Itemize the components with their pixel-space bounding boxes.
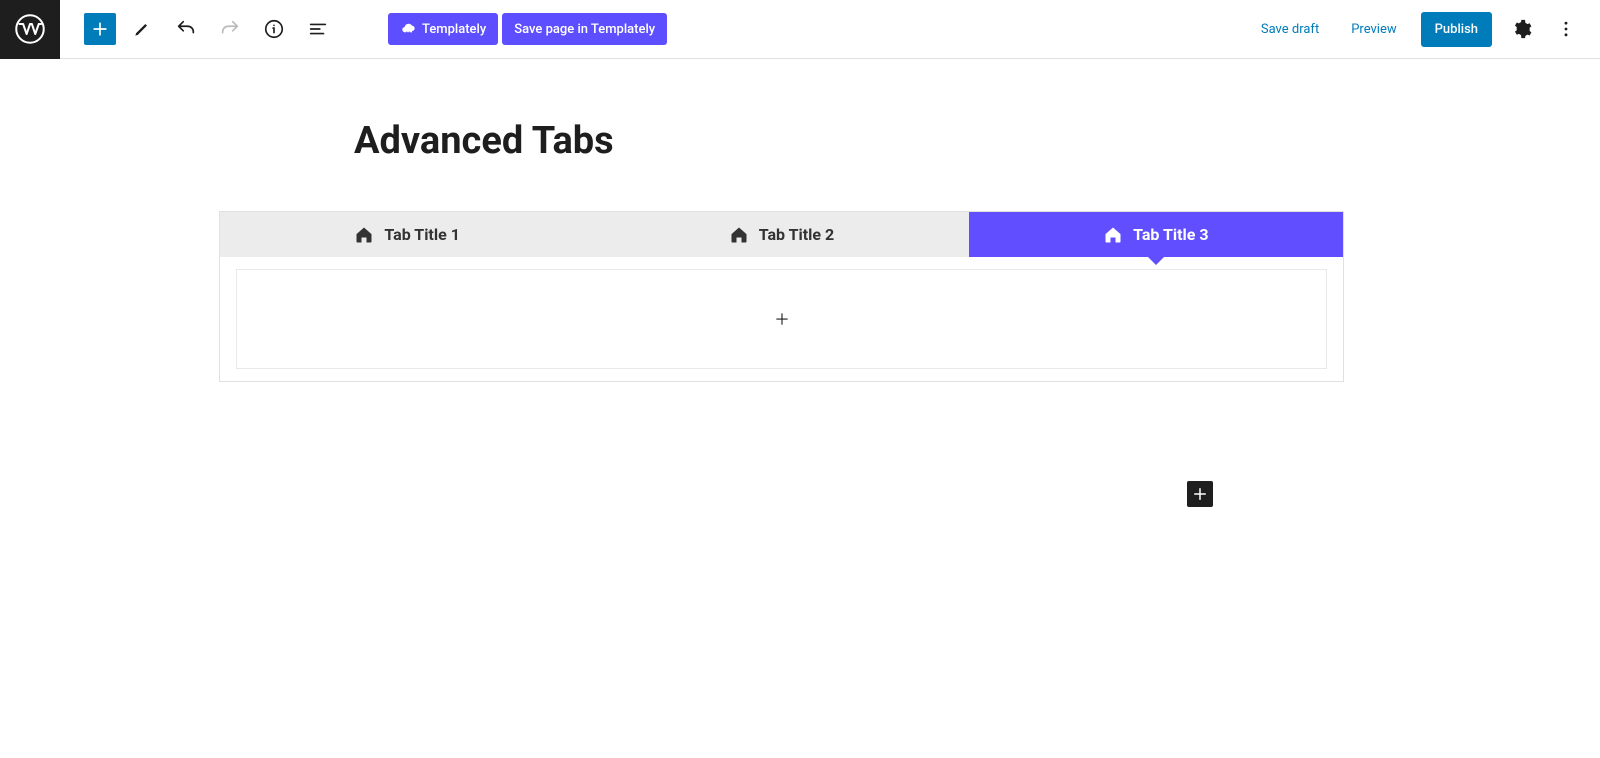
undo-button[interactable] xyxy=(168,11,204,47)
page-title[interactable]: Advanced Tabs xyxy=(354,119,1600,163)
plus-icon xyxy=(90,19,110,39)
editor-topbar: Templately Save page in Templately Save … xyxy=(0,0,1600,59)
plus-icon xyxy=(773,310,791,328)
info-button[interactable] xyxy=(256,11,292,47)
home-icon xyxy=(729,225,749,245)
redo-icon xyxy=(219,18,241,40)
add-block-button[interactable] xyxy=(84,13,116,45)
tab-content-panel[interactable] xyxy=(220,257,1343,381)
home-icon xyxy=(1103,225,1123,245)
save-page-templately-label: Save page in Templately xyxy=(514,22,655,37)
outline-button[interactable] xyxy=(300,11,336,47)
settings-button[interactable] xyxy=(1508,15,1536,43)
toolbar-right-group: Save draft Preview Publish xyxy=(1253,12,1600,47)
toolbar-left-group: Templately Save page in Templately xyxy=(60,11,667,47)
save-page-templately-button[interactable]: Save page in Templately xyxy=(502,13,667,45)
home-icon xyxy=(354,225,374,245)
tabs-header: Tab Title 1 Tab Title 2 Tab Title 3 xyxy=(220,212,1343,257)
tab-label: Tab Title 2 xyxy=(759,225,834,244)
preview-button[interactable]: Preview xyxy=(1343,16,1404,43)
templately-label: Templately xyxy=(422,22,486,37)
add-content-button[interactable] xyxy=(770,307,794,331)
tab-label: Tab Title 1 xyxy=(384,225,459,244)
undo-icon xyxy=(175,18,197,40)
plus-icon xyxy=(1191,485,1209,503)
templately-button-group: Templately Save page in Templately xyxy=(388,13,667,45)
pencil-icon xyxy=(132,19,152,39)
floating-add-block-button[interactable] xyxy=(1187,481,1213,507)
advanced-tabs-block[interactable]: Tab Title 1 Tab Title 2 Tab Title 3 xyxy=(219,211,1344,382)
templately-button[interactable]: Templately xyxy=(388,13,498,45)
kebab-icon xyxy=(1556,19,1576,39)
tab-3[interactable]: Tab Title 3 xyxy=(969,212,1343,257)
publish-button[interactable]: Publish xyxy=(1421,12,1492,47)
tab-2[interactable]: Tab Title 2 xyxy=(594,212,968,257)
redo-button[interactable] xyxy=(212,11,248,47)
more-options-button[interactable] xyxy=(1552,15,1580,43)
info-icon xyxy=(263,18,285,40)
wordpress-icon xyxy=(15,14,45,44)
tab-label: Tab Title 3 xyxy=(1133,225,1208,244)
list-view-icon xyxy=(307,18,329,40)
save-draft-button[interactable]: Save draft xyxy=(1253,16,1327,43)
tab-1[interactable]: Tab Title 1 xyxy=(220,212,594,257)
edit-tool-button[interactable] xyxy=(124,11,160,47)
gear-icon xyxy=(1511,18,1533,40)
cloud-icon xyxy=(400,21,416,37)
wordpress-logo-button[interactable] xyxy=(0,0,60,59)
content-inner-block[interactable] xyxy=(236,269,1327,369)
editor-canvas: Advanced Tabs Tab Title 1 Tab Title 2 Ta… xyxy=(0,59,1600,382)
